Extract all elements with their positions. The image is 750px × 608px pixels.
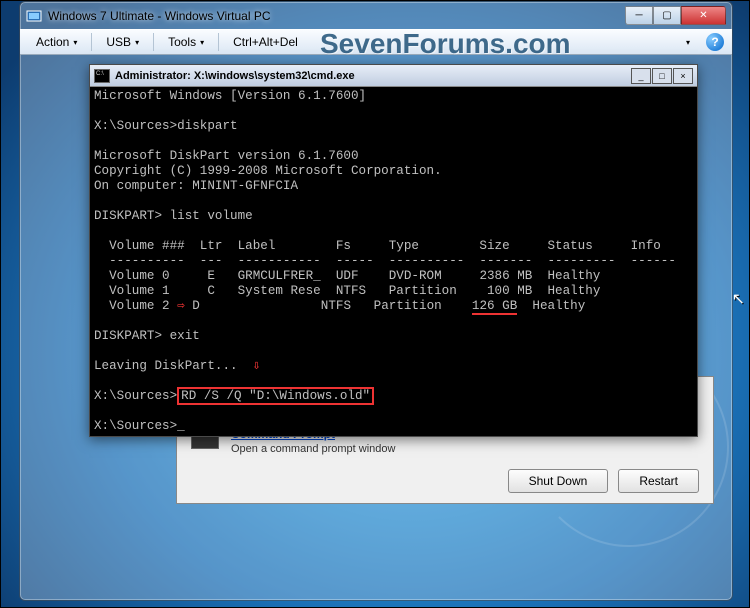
app-icon (26, 8, 42, 24)
restart-button[interactable]: Restart (618, 469, 699, 493)
menu-tools[interactable]: Tools▾ (160, 32, 212, 52)
mouse-cursor: ↖ (732, 289, 745, 309)
red-arrow-icon: ⇨ (177, 299, 185, 313)
command-highlight: RD /S /Q "D:\Windows.old" (177, 387, 374, 405)
menu-ctrlaltdel[interactable]: Ctrl+Alt+Del (225, 32, 306, 52)
cmd-maximize-button[interactable]: □ (652, 68, 672, 84)
chevron-down-icon[interactable]: ▾ (678, 35, 698, 50)
help-button[interactable]: ? (706, 33, 724, 51)
cmd-window: Administrator: X:\windows\system32\cmd.e… (89, 64, 698, 437)
menu-action[interactable]: Action▾ (28, 32, 85, 52)
titlebar[interactable]: Windows 7 Ultimate - Windows Virtual PC … (20, 2, 732, 29)
window-title: Windows 7 Ultimate - Windows Virtual PC (48, 9, 625, 23)
size-highlight: 126 GB (472, 299, 517, 315)
virtual-pc-window: Windows 7 Ultimate - Windows Virtual PC … (19, 1, 733, 601)
watermark: SevenForums.com (320, 28, 571, 60)
maximize-button[interactable]: ▢ (653, 6, 681, 25)
minimize-button[interactable]: ─ (625, 6, 653, 25)
cmd-title: Administrator: X:\windows\system32\cmd.e… (115, 70, 630, 82)
menu-usb[interactable]: USB▾ (98, 32, 147, 52)
cmd-titlebar[interactable]: Administrator: X:\windows\system32\cmd.e… (90, 65, 697, 87)
cmd-title-icon (94, 69, 110, 83)
shutdown-button[interactable]: Shut Down (508, 469, 609, 493)
red-arrow-down-icon: ⇩ (253, 359, 261, 373)
cmd-close-button[interactable]: × (673, 68, 693, 84)
close-button[interactable]: ✕ (681, 6, 726, 25)
cmd-minimize-button[interactable]: _ (631, 68, 651, 84)
cmd-desc: Open a command prompt window (231, 443, 395, 455)
cursor (177, 419, 185, 433)
cmd-output[interactable]: Microsoft Windows [Version 6.1.7600] X:\… (90, 87, 697, 436)
